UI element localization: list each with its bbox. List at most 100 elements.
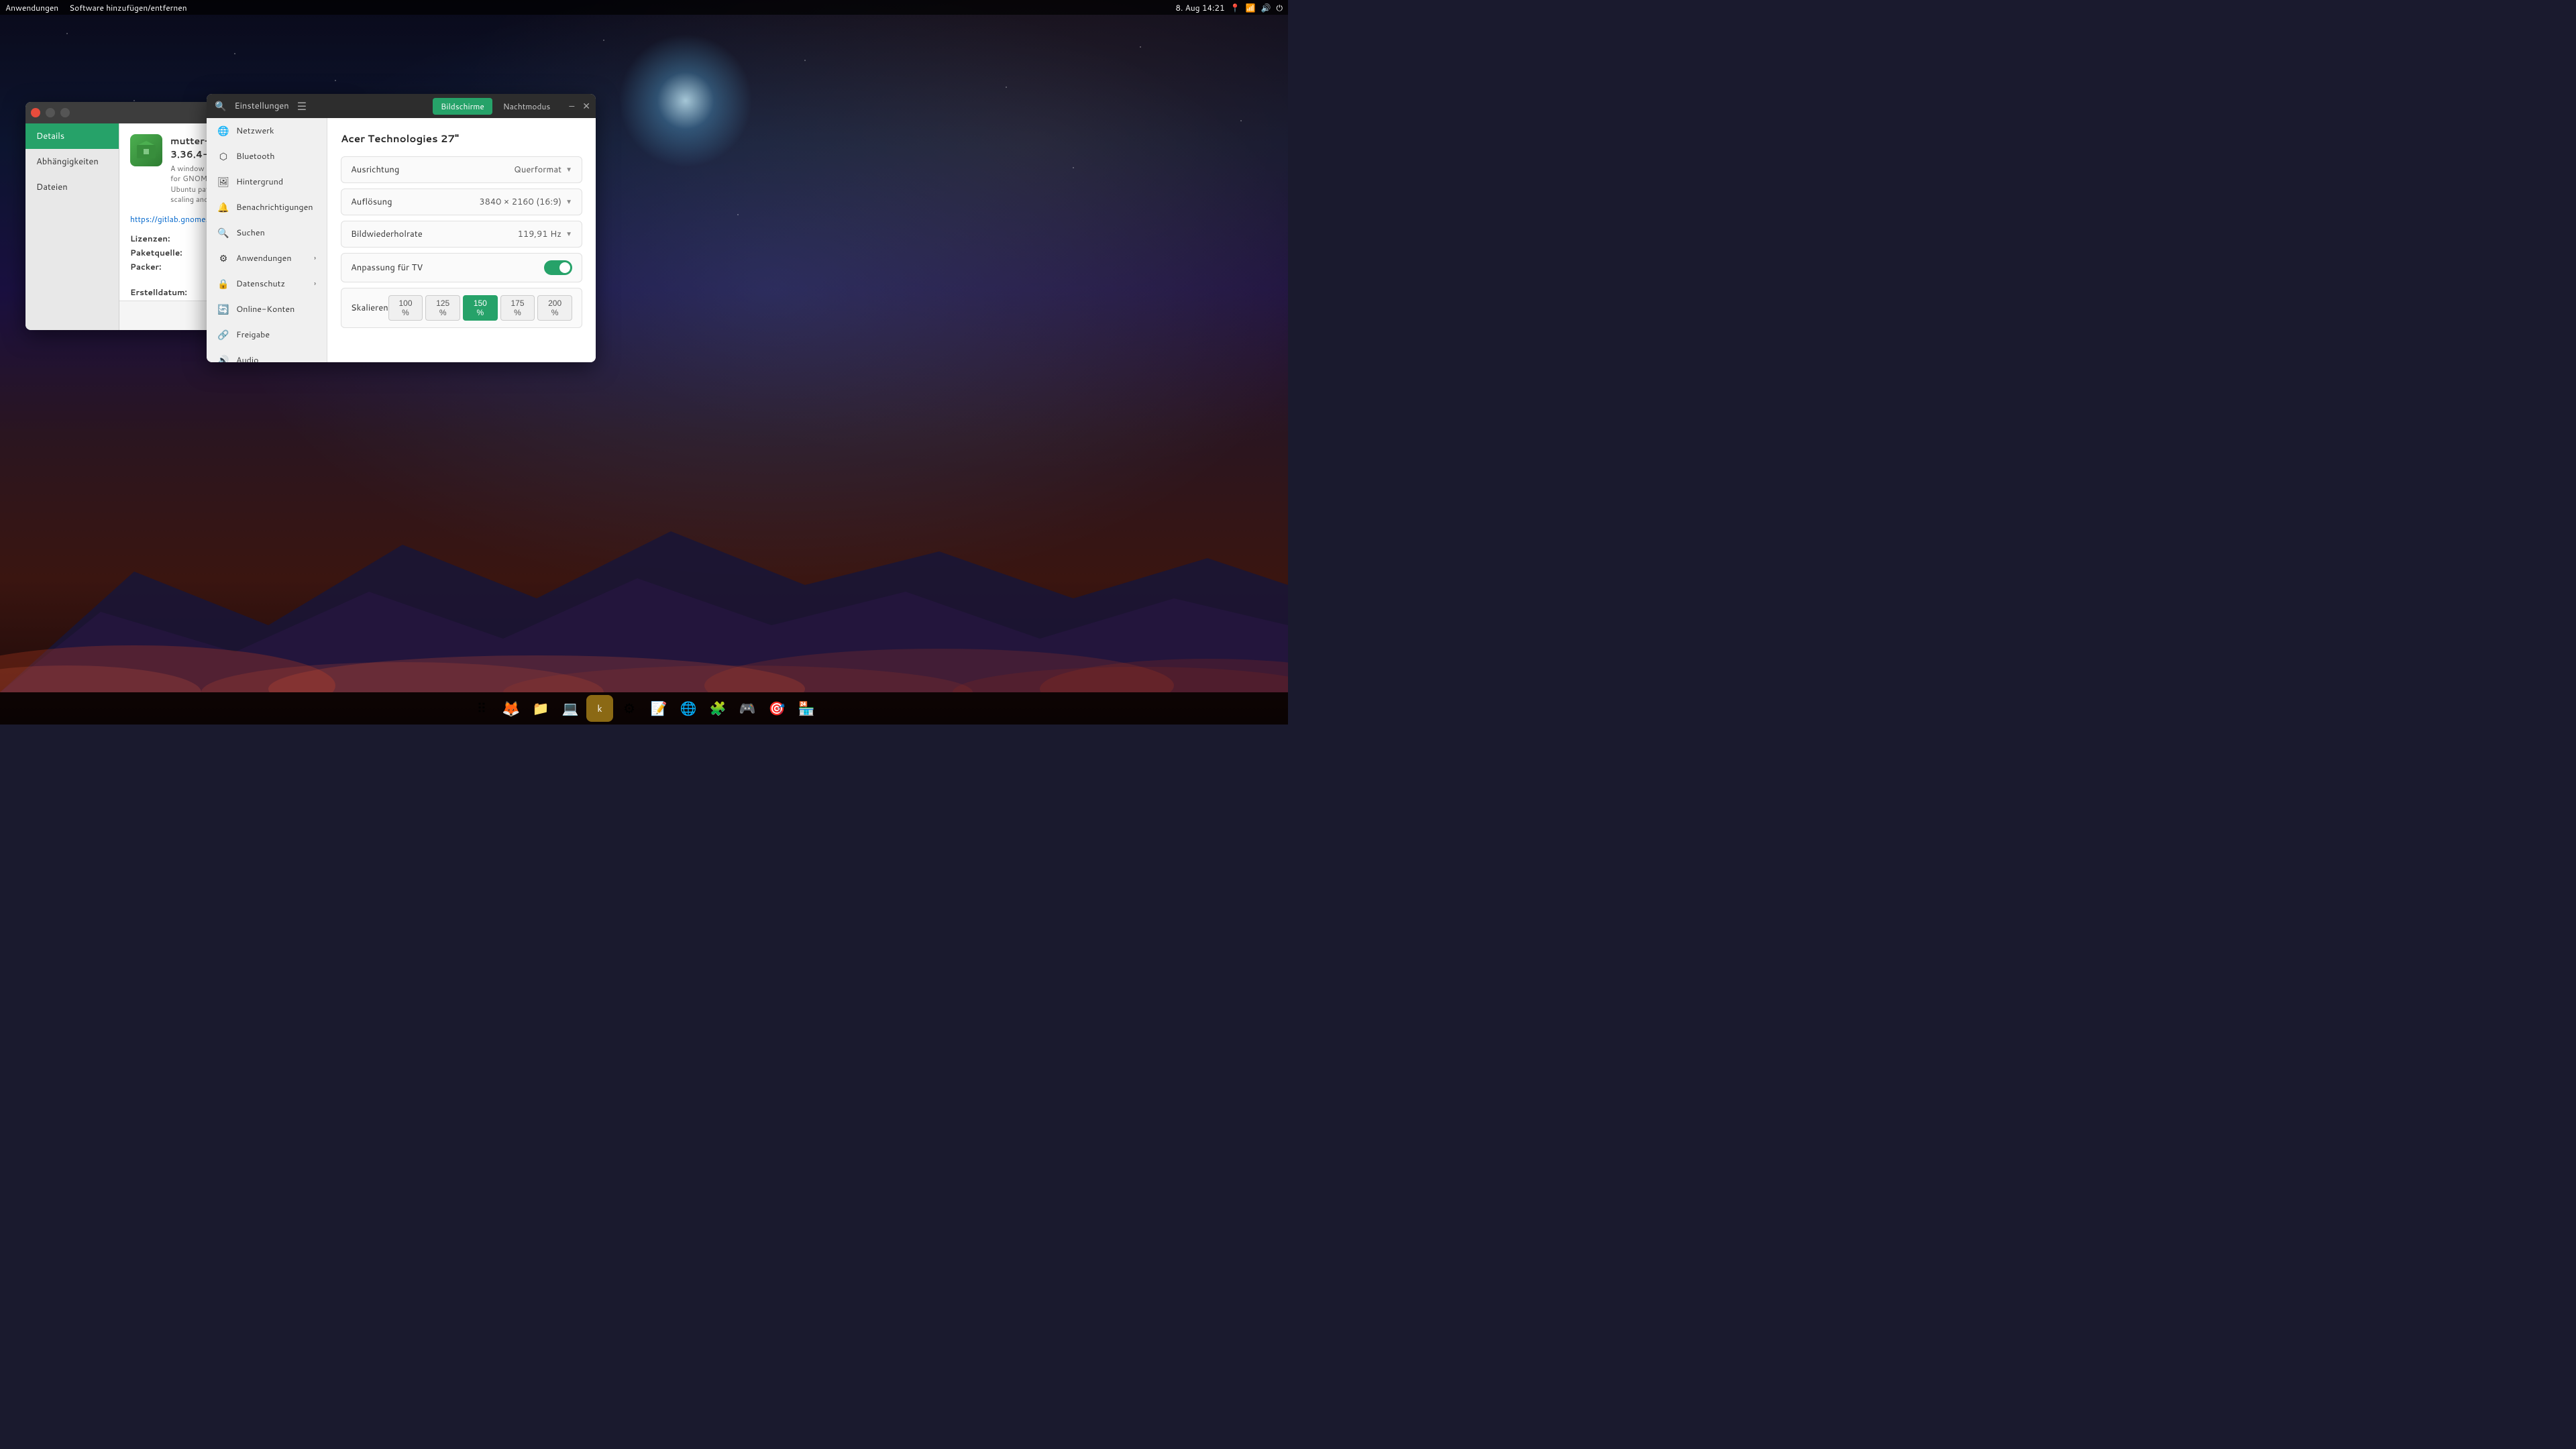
topbar-right: 8. Aug 14:21 📍 📶 🔊 ⏻: [1175, 2, 1283, 13]
hintergrund-label: Hintergrund: [236, 176, 283, 188]
created-label: Erstelldatum:: [130, 286, 210, 298]
taskbar-notes[interactable]: 📝: [645, 695, 672, 722]
software-sidebar-details[interactable]: Details: [25, 123, 119, 149]
online-konten-label: Online-Konten: [236, 303, 294, 315]
bluetooth-icon: ⬡: [217, 150, 229, 163]
topbar-menu-software[interactable]: Software hinzufügen/entfernen: [69, 2, 186, 13]
topbar-menu-anwendungen[interactable]: Anwendungen: [5, 2, 58, 13]
scale-125[interactable]: 125 %: [425, 295, 460, 321]
anwendungen-label: Anwendungen: [236, 252, 292, 264]
anpassung-row: Anpassung für TV: [341, 253, 582, 282]
bildwiederholrate-current: 119,91 Hz: [518, 228, 561, 240]
software-sidebar-dependencies[interactable]: Abhängigkeiten: [25, 149, 119, 174]
ausrichtung-value[interactable]: Querformat ▼: [514, 164, 572, 176]
topbar-datetime: 8. Aug 14:21: [1175, 2, 1224, 13]
bluetooth-label: Bluetooth: [236, 150, 275, 162]
ausrichtung-row: Ausrichtung Querformat ▼: [341, 156, 582, 183]
benachrichtigungen-icon: 🔔: [217, 201, 229, 214]
freigabe-icon: 🔗: [217, 328, 229, 341]
settings-window-buttons: – ✕: [569, 99, 590, 113]
software-sidebar: Details Abhängigkeiten Dateien: [25, 123, 119, 330]
settings-item-hintergrund[interactable]: 🖼 Hintergrund: [207, 169, 327, 195]
location-icon[interactable]: 📍: [1230, 2, 1240, 13]
audio-label: Audio: [236, 354, 258, 362]
taskbar-files[interactable]: 📁: [527, 695, 554, 722]
settings-item-suchen[interactable]: 🔍 Suchen: [207, 220, 327, 246]
freigabe-label: Freigabe: [236, 329, 270, 341]
source-label: Paketquelle:: [130, 247, 210, 258]
taskbar-store[interactable]: 🏪: [793, 695, 820, 722]
anwendungen-icon: ⚙: [217, 252, 229, 265]
taskbar-puzzle[interactable]: 🧩: [704, 695, 731, 722]
settings-titlebar-center: Einstellungen ☰: [234, 96, 427, 117]
benachrichtigungen-label: Benachrichtigungen: [236, 201, 313, 213]
taskbar-browser2[interactable]: 🌐: [675, 695, 702, 722]
netzwerk-icon: 🌐: [217, 124, 229, 138]
scale-175[interactable]: 175 %: [500, 295, 535, 321]
screen-title: Acer Technologies 27": [341, 131, 582, 146]
taskbar-steam[interactable]: 🎮: [734, 695, 761, 722]
settings-close-icon[interactable]: ✕: [582, 99, 590, 113]
netzwerk-label: Netzwerk: [236, 125, 274, 137]
settings-minimize-icon[interactable]: –: [569, 99, 574, 113]
settings-item-datenschutz[interactable]: 🔒 Datenschutz ›: [207, 271, 327, 297]
topbar-left: Anwendungen Software hinzufügen/entferne…: [5, 2, 187, 13]
scale-options: 100 % 125 % 150 % 175 % 200 %: [388, 295, 572, 321]
taskbar-games[interactable]: 🎯: [763, 695, 790, 722]
settings-content: 🌐 Netzwerk ⬡ Bluetooth 🖼 Hintergrund 🔔 B…: [207, 118, 596, 362]
ausrichtung-label: Ausrichtung: [351, 164, 399, 176]
datenschutz-arrow-icon: ›: [314, 279, 316, 288]
settings-item-bluetooth[interactable]: ⬡ Bluetooth: [207, 144, 327, 169]
network-icon[interactable]: 📶: [1246, 2, 1256, 13]
settings-menu-icon[interactable]: ☰: [294, 96, 309, 117]
settings-sidebar: 🌐 Netzwerk ⬡ Bluetooth 🖼 Hintergrund 🔔 B…: [207, 118, 327, 362]
svg-text:k: k: [597, 702, 602, 715]
tab-bildschirme[interactable]: Bildschirme: [433, 98, 492, 115]
taskbar: ⠿ 🦊 📁 💻 k ⚙ 📝 🌐 🧩 🎮 🎯 🏪: [0, 692, 1288, 724]
settings-item-audio[interactable]: 🔊 Audio: [207, 347, 327, 362]
topbar: Anwendungen Software hinzufügen/entferne…: [0, 0, 1288, 15]
settings-window: 🔍 Einstellungen ☰ Bildschirme Nachtmodus…: [207, 94, 596, 362]
taskbar-apps-grid[interactable]: ⠿: [468, 695, 495, 722]
license-label: Lizenzen:: [130, 233, 210, 244]
software-min-button[interactable]: [46, 108, 55, 117]
bildwiederholrate-dropdown-icon: ▼: [566, 229, 572, 239]
settings-search-icon[interactable]: 🔍: [212, 97, 229, 115]
software-close-button[interactable]: [31, 108, 40, 117]
settings-item-anwendungen[interactable]: ⚙ Anwendungen ›: [207, 246, 327, 271]
software-sidebar-files[interactable]: Dateien: [25, 174, 119, 200]
power-icon[interactable]: ⏻: [1277, 2, 1283, 13]
taskbar-kuro[interactable]: k: [586, 695, 613, 722]
aufloesung-dropdown-icon: ▼: [566, 197, 572, 207]
aufloesung-row: Auflösung 3840 × 2160 (16:9) ▼: [341, 189, 582, 215]
settings-item-netzwerk[interactable]: 🌐 Netzwerk: [207, 118, 327, 144]
aufloesung-value[interactable]: 3840 × 2160 (16:9) ▼: [479, 196, 572, 208]
packer-label: Packer:: [130, 261, 210, 284]
taskbar-settings[interactable]: ⚙: [616, 695, 643, 722]
aufloesung-current: 3840 × 2160 (16:9): [479, 196, 561, 208]
anpassung-toggle[interactable]: [544, 260, 572, 275]
online-konten-icon: 🔄: [217, 303, 229, 316]
settings-item-online-konten[interactable]: 🔄 Online-Konten: [207, 297, 327, 322]
taskbar-terminal[interactable]: 💻: [557, 695, 584, 722]
bildwiederholrate-label: Bildwiederholrate: [351, 228, 423, 240]
scale-100[interactable]: 100 %: [388, 295, 423, 321]
tab-nachtmodus[interactable]: Nachtmodus: [495, 98, 558, 115]
software-max-button[interactable]: [60, 108, 70, 117]
settings-item-benachrichtigungen[interactable]: 🔔 Benachrichtigungen: [207, 195, 327, 220]
bildwiederholrate-value[interactable]: 119,91 Hz ▼: [518, 228, 572, 240]
package-icon: [130, 134, 162, 166]
taskbar-firefox[interactable]: 🦊: [498, 695, 525, 722]
scale-150[interactable]: 150 %: [463, 295, 498, 321]
volume-icon[interactable]: 🔊: [1261, 2, 1271, 13]
skalieren-row: Skalieren 100 % 125 % 150 % 175 % 200 %: [341, 288, 582, 328]
bildwiederholrate-row: Bildwiederholrate 119,91 Hz ▼: [341, 221, 582, 248]
settings-titlebar: 🔍 Einstellungen ☰ Bildschirme Nachtmodus…: [207, 94, 596, 118]
anwendungen-arrow-icon: ›: [314, 254, 316, 263]
scale-200[interactable]: 200 %: [537, 295, 572, 321]
hintergrund-icon: 🖼: [217, 175, 229, 189]
datenschutz-icon: 🔒: [217, 277, 229, 290]
skalieren-label: Skalieren: [351, 302, 388, 314]
settings-item-freigabe[interactable]: 🔗 Freigabe: [207, 322, 327, 347]
ausrichtung-current: Querformat: [514, 164, 561, 176]
